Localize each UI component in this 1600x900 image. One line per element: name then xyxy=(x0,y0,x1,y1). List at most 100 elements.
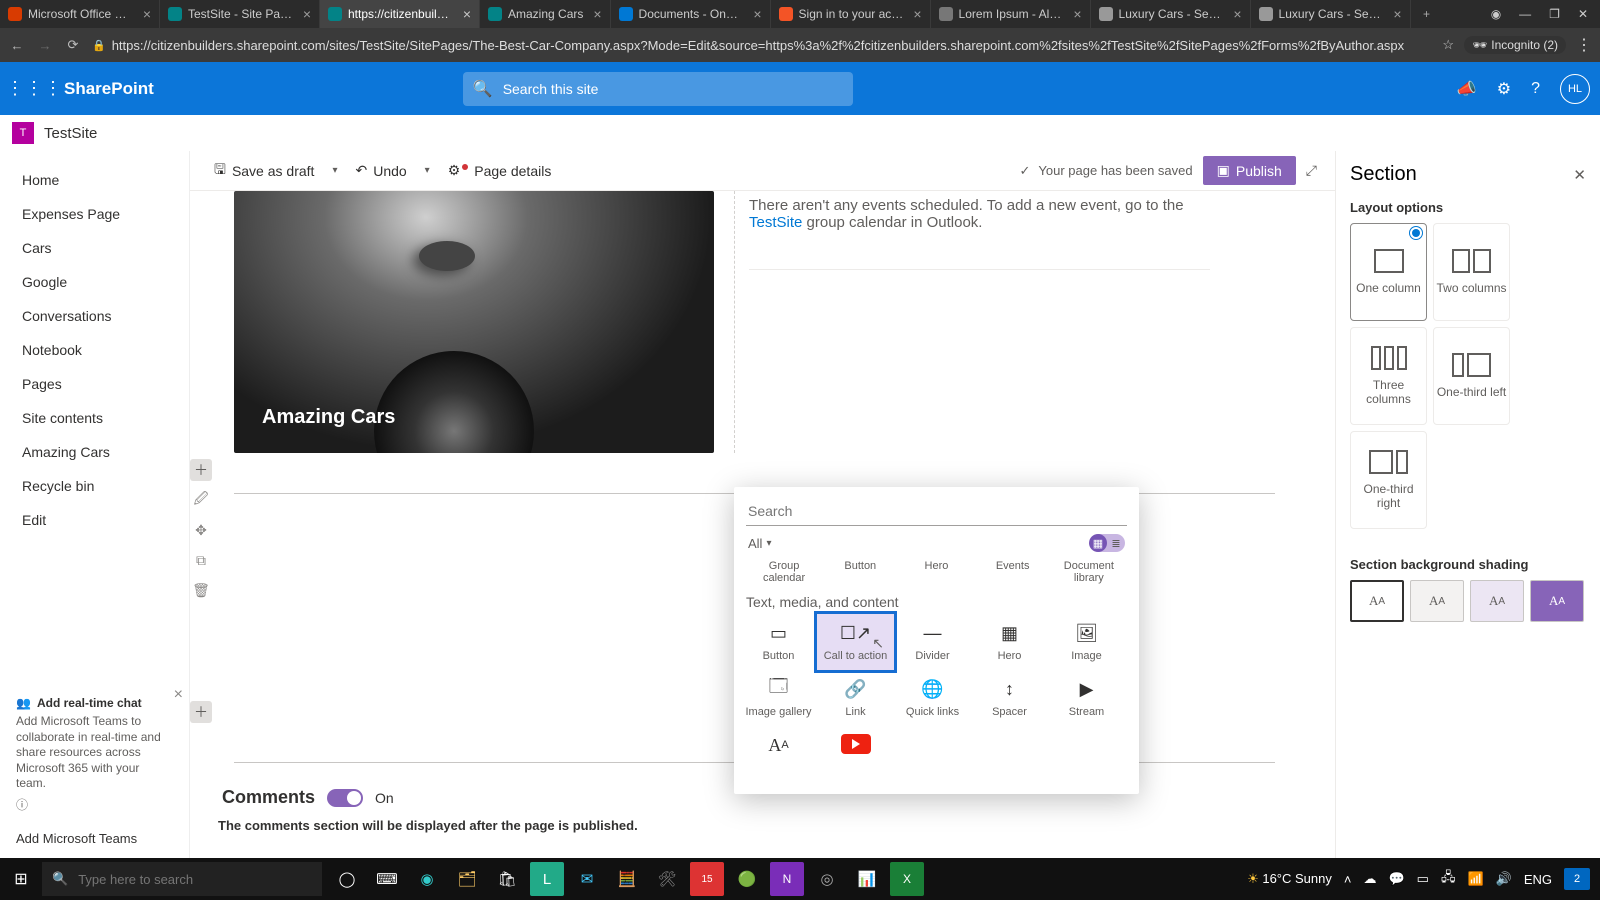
minimize-icon[interactable]: ― xyxy=(1519,7,1531,21)
powerbi-icon[interactable]: 📊 xyxy=(850,862,884,896)
tool-icon[interactable]: 🛠 xyxy=(650,862,684,896)
nav-item-recycle-bin[interactable]: Recycle bin xyxy=(0,469,189,503)
brand-label[interactable]: SharePoint xyxy=(64,79,154,99)
webpart-item-youtube[interactable] xyxy=(817,726,894,764)
close-icon[interactable]: × xyxy=(589,6,601,22)
webpart-item-button[interactable]: ▭Button xyxy=(740,614,817,670)
language-indicator[interactable]: ENG xyxy=(1524,872,1552,887)
fullscreen-icon[interactable]: ⤢ xyxy=(1306,162,1317,179)
save-as-draft-button[interactable]: 🖫Save as draft xyxy=(208,159,320,183)
chevron-down-icon[interactable]: ▾ xyxy=(330,165,339,176)
edit-section-icon[interactable]: 🖉 xyxy=(190,489,212,511)
new-tab-button[interactable]: + xyxy=(1411,0,1443,28)
cortana-icon[interactable]: ⌨ xyxy=(370,862,404,896)
browser-tab[interactable]: Sign in to your accoun× xyxy=(771,0,931,28)
grid-view-icon[interactable]: ▦ xyxy=(1089,534,1107,552)
delete-section-icon[interactable]: 🗑 xyxy=(190,579,212,601)
wifi-icon[interactable]: 📶 xyxy=(1467,871,1483,887)
avatar[interactable]: HL xyxy=(1560,74,1590,104)
nav-item-conversations[interactable]: Conversations xyxy=(0,299,189,333)
shading-neutral[interactable]: AA xyxy=(1410,580,1464,622)
taskbar-search-input[interactable] xyxy=(76,871,312,888)
list-view-icon[interactable]: ≣ xyxy=(1107,534,1125,552)
network-icon[interactable]: 🖧 xyxy=(1441,868,1456,890)
browser-tab[interactable]: Documents - OneDriv× xyxy=(611,0,771,28)
record-icon[interactable]: ◉ xyxy=(1491,7,1501,21)
picker-view-toggle[interactable]: ▦ ≣ xyxy=(1089,534,1125,552)
publish-button[interactable]: ▣Publish xyxy=(1203,156,1296,185)
mail-icon[interactable]: ✉ xyxy=(570,862,604,896)
chevron-up-icon[interactable]: ˄ xyxy=(1344,872,1352,887)
help-icon[interactable]: ? xyxy=(1531,80,1540,98)
calculator-icon[interactable]: 🧮 xyxy=(610,862,644,896)
browser-tab[interactable]: Luxury Cars - Sedans,× xyxy=(1251,0,1411,28)
layout-one-column[interactable]: One column xyxy=(1350,223,1427,321)
events-webpart[interactable]: There aren't any events scheduled. To ad… xyxy=(734,191,1224,453)
close-window-icon[interactable]: ✕ xyxy=(1578,7,1588,21)
close-icon[interactable]: × xyxy=(174,686,183,704)
start-button[interactable]: ⊞ xyxy=(0,869,42,889)
shading-strong[interactable]: AA xyxy=(1530,580,1584,622)
layout-three-columns[interactable]: Three columns xyxy=(1350,327,1427,425)
close-icon[interactable]: × xyxy=(299,6,311,22)
close-icon[interactable]: × xyxy=(1389,6,1401,22)
news-icon[interactable]: 15 xyxy=(690,862,724,896)
browser-tab[interactable]: Luxury Cars - Sedans,× xyxy=(1091,0,1251,28)
copy-section-icon[interactable]: ⧉ xyxy=(190,549,212,571)
layout-one-third-right[interactable]: One-third right xyxy=(1350,431,1427,529)
site-logo[interactable]: T xyxy=(12,122,34,144)
nav-item-cars[interactable]: Cars xyxy=(0,231,189,265)
battery-icon[interactable]: ▭ xyxy=(1417,871,1429,887)
nav-item-google[interactable]: Google xyxy=(0,265,189,299)
maximize-icon[interactable]: ❐ xyxy=(1549,7,1560,21)
webpart-item-quick-links[interactable]: 🌐Quick links xyxy=(894,670,971,726)
add-section-button[interactable]: ＋ xyxy=(190,701,212,723)
forward-button[interactable]: → xyxy=(36,38,54,53)
webpart-item-divider[interactable]: —Divider xyxy=(894,614,971,670)
layout-one-third-left[interactable]: One-third left xyxy=(1433,327,1510,425)
app-icon-l[interactable]: L xyxy=(530,862,564,896)
taskbar-search[interactable]: 🔍 xyxy=(42,862,322,896)
chevron-down-icon[interactable]: ▾ xyxy=(423,165,432,176)
nav-item-home[interactable]: Home xyxy=(0,163,189,197)
site-search[interactable]: 🔍 xyxy=(463,72,853,106)
picker-search-input[interactable] xyxy=(746,497,1127,526)
webpart-item-call-to-action[interactable]: ☐↗Call to action↖ xyxy=(817,614,894,670)
close-icon[interactable]: × xyxy=(749,6,761,22)
favorite-icon[interactable]: ☆ xyxy=(1442,37,1454,53)
megaphone-icon[interactable]: 📣 xyxy=(1457,79,1477,99)
notifications-icon[interactable]: 2 xyxy=(1564,868,1590,890)
add-section-button[interactable]: ＋ xyxy=(190,459,212,481)
obs-icon[interactable]: ◎ xyxy=(810,862,844,896)
weather-widget[interactable]: ☀ 16°C Sunny xyxy=(1247,871,1332,887)
undo-button[interactable]: ↶Undo xyxy=(349,162,412,179)
close-icon[interactable]: × xyxy=(1229,6,1241,22)
browser-tab[interactable]: Microsoft Office Home× xyxy=(0,0,160,28)
page-details-button[interactable]: ⚙Page details xyxy=(442,162,558,179)
webpart-item-link[interactable]: 🔗Link xyxy=(817,670,894,726)
webpart-item-image[interactable]: 🖼Image xyxy=(1048,614,1125,670)
browser-tab[interactable]: TestSite - Site Pages -× xyxy=(160,0,320,28)
meet-now-icon[interactable]: 💬 xyxy=(1388,871,1404,887)
task-view-icon[interactable]: ◯ xyxy=(330,862,364,896)
site-name[interactable]: TestSite xyxy=(44,125,97,142)
webpart-item-text[interactable]: AA xyxy=(740,726,817,764)
volume-icon[interactable]: 🔊 xyxy=(1496,871,1512,887)
chrome-icon[interactable]: 🟢 xyxy=(730,862,764,896)
close-icon[interactable]: × xyxy=(909,6,921,22)
back-button[interactable]: ← xyxy=(8,38,26,53)
layout-two-columns[interactable]: Two columns xyxy=(1433,223,1510,321)
close-icon[interactable]: × xyxy=(459,6,471,22)
onenote-icon[interactable]: N xyxy=(770,862,804,896)
browser-menu[interactable]: ⋮ xyxy=(1576,35,1592,55)
store-icon[interactable]: 🛍 xyxy=(490,862,524,896)
shading-soft[interactable]: AA xyxy=(1470,580,1524,622)
incognito-badge[interactable]: 🕶Incognito (2) xyxy=(1464,36,1566,54)
onedrive-icon[interactable]: ☁ xyxy=(1363,871,1376,887)
shading-none[interactable]: AA xyxy=(1350,580,1404,622)
nav-item-notebook[interactable]: Notebook xyxy=(0,333,189,367)
nav-item-edit[interactable]: Edit xyxy=(0,503,189,537)
url-field[interactable]: 🔒 https://citizenbuilders.sharepoint.com… xyxy=(92,38,1432,53)
browser-tab[interactable]: Amazing Cars× xyxy=(480,0,611,28)
close-icon[interactable]: × xyxy=(139,6,151,22)
